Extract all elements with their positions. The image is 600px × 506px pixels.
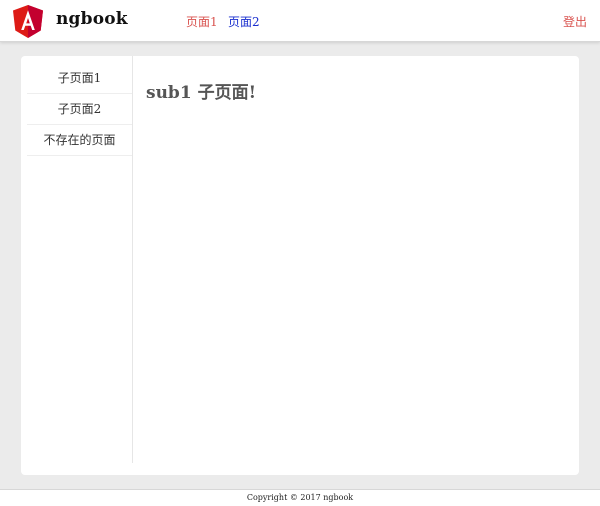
brand-link[interactable]: ngbook [56, 9, 128, 29]
sidebar: 子页面1 子页面2 不存在的页面 [27, 56, 133, 463]
footer: Copyright © 2017 ngbook [0, 489, 600, 506]
logout-link[interactable]: 登出 [563, 13, 587, 30]
nav-link-page1[interactable]: 页面1 [186, 13, 218, 30]
copyright-text: Copyright © 2017 ngbook [246, 493, 354, 502]
angular-logo-icon[interactable] [13, 5, 43, 38]
page-title: sub1 子页面! [146, 83, 257, 103]
top-navbar: ngbook 页面1 页面2 登出 [0, 0, 600, 42]
sidebar-item-nonexistent-page[interactable]: 不存在的页面 [27, 125, 132, 156]
sidebar-item-subpage2[interactable]: 子页面2 [27, 94, 132, 125]
main-card: 子页面1 子页面2 不存在的页面 sub1 子页面! [21, 56, 579, 475]
sidebar-item-subpage1[interactable]: 子页面1 [27, 63, 132, 94]
nav-link-page2[interactable]: 页面2 [228, 13, 260, 30]
